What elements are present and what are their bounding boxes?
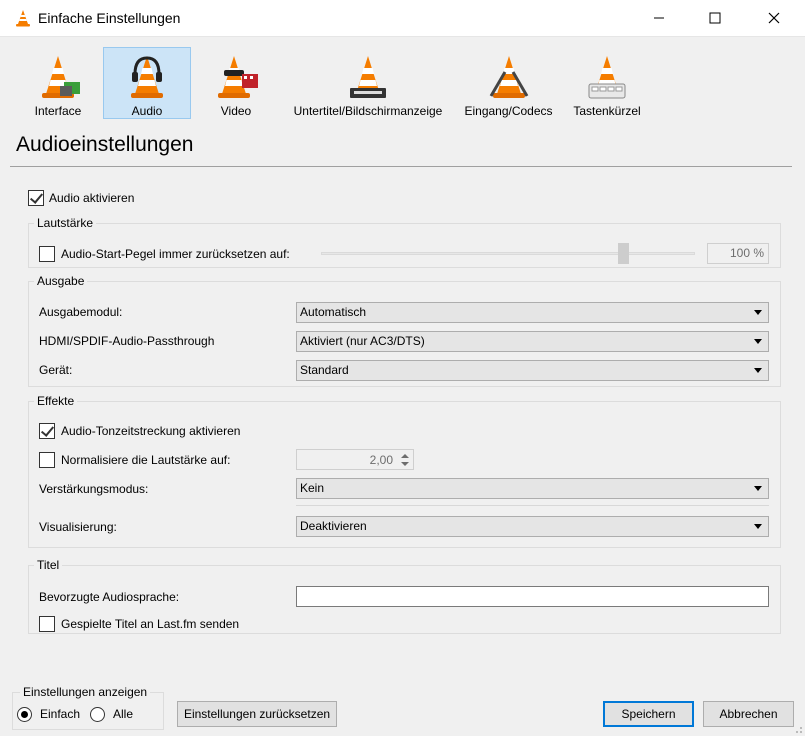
audio-language-input[interactable] xyxy=(296,586,769,607)
normalize-spinbox[interactable]: 2,00 xyxy=(296,449,414,470)
title-bar: Einfache Einstellungen xyxy=(0,0,805,37)
chevron-down-icon xyxy=(754,486,762,491)
lastfm-checkbox[interactable] xyxy=(39,616,55,632)
gain-mode-value: Kein xyxy=(300,481,325,495)
tab-codecs[interactable]: Eingang/Codecs xyxy=(458,47,559,119)
window-title: Einfache Einstellungen xyxy=(38,10,181,26)
device-value: Standard xyxy=(300,363,349,377)
category-toolbar: Interface Audio Video Untertitel/Bildsch… xyxy=(0,37,805,122)
resize-grip-icon[interactable] xyxy=(793,724,803,734)
output-module-label: Ausgabemodul: xyxy=(39,305,123,319)
lastfm-label: Gespielte Titel an Last.fm senden xyxy=(61,617,240,631)
output-module-select[interactable]: Automatisch xyxy=(296,302,769,323)
all-radio[interactable] xyxy=(90,707,105,722)
simple-radio-label: Einfach xyxy=(40,707,81,721)
tab-subtitles[interactable]: Untertitel/Bildschirmanzeige xyxy=(284,47,452,119)
hotkeys-cone-icon xyxy=(588,56,626,99)
chevron-down-icon xyxy=(754,310,762,315)
minimize-icon xyxy=(654,17,664,19)
gain-mode-label: Verstärkungsmodus: xyxy=(39,482,149,496)
tracks-group-title: Titel xyxy=(34,558,63,572)
page-title: Audioeinstellungen xyxy=(16,133,194,156)
effects-separator xyxy=(296,505,769,506)
save-button[interactable]: Speichern xyxy=(603,701,694,727)
show-settings-title: Einstellungen anzeigen xyxy=(20,685,151,699)
tab-video[interactable]: Video xyxy=(198,47,274,119)
tab-hotkeys[interactable]: Tastenkürzel xyxy=(565,47,649,119)
all-radio-label: Alle xyxy=(113,707,134,721)
reset-settings-button[interactable]: Einstellungen zurücksetzen xyxy=(177,701,337,727)
enable-audio-label: Audio aktivieren xyxy=(49,191,135,205)
maximize-icon xyxy=(709,12,721,24)
tab-audio-label: Audio xyxy=(131,104,163,118)
spin-down-icon[interactable] xyxy=(401,462,409,466)
volume-level-field[interactable]: 100 % xyxy=(707,243,769,264)
title-divider xyxy=(10,166,792,167)
device-select[interactable]: Standard xyxy=(296,360,769,381)
volume-slider-track[interactable] xyxy=(321,252,695,255)
normalize-value: 2,00 xyxy=(369,453,393,467)
close-button[interactable] xyxy=(751,0,797,36)
normalize-checkbox[interactable] xyxy=(39,452,55,468)
visualization-label: Visualisierung: xyxy=(39,520,117,534)
close-icon xyxy=(768,12,780,24)
timestretch-checkbox[interactable] xyxy=(39,423,55,439)
chevron-down-icon xyxy=(754,524,762,529)
timestretch-label: Audio-Tonzeitstreckung aktivieren xyxy=(61,424,241,438)
tab-subtitles-label: Untertitel/Bildschirmanzeige xyxy=(293,104,443,118)
output-group-title: Ausgabe xyxy=(34,274,88,288)
passthrough-label: HDMI/SPDIF-Audio-Passthrough xyxy=(39,334,215,348)
tab-audio[interactable]: Audio xyxy=(103,47,191,119)
tab-hotkeys-label: Tastenkürzel xyxy=(573,104,641,118)
visualization-select[interactable]: Deaktivieren xyxy=(296,516,769,537)
maximize-button[interactable] xyxy=(692,0,738,36)
passthrough-value: Aktiviert (nur AC3/DTS) xyxy=(300,334,425,348)
audio-cone-icon xyxy=(131,56,163,98)
simple-radio[interactable] xyxy=(17,707,32,722)
output-module-value: Automatisch xyxy=(300,305,367,319)
enable-audio-checkbox[interactable] xyxy=(28,190,44,206)
vlc-cone-icon xyxy=(16,10,30,27)
effects-group-title: Effekte xyxy=(34,394,78,408)
interface-cone-icon xyxy=(42,56,80,98)
video-cone-icon xyxy=(218,56,258,98)
cancel-button[interactable]: Abbrechen xyxy=(703,701,794,727)
chevron-down-icon xyxy=(754,339,762,344)
reset-volume-checkbox[interactable] xyxy=(39,246,55,262)
tab-codecs-label: Eingang/Codecs xyxy=(464,104,553,118)
volume-group xyxy=(28,223,781,268)
spin-up-icon[interactable] xyxy=(401,454,409,458)
reset-volume-label: Audio-Start-Pegel immer zurücksetzen auf… xyxy=(61,247,290,261)
chevron-down-icon xyxy=(754,368,762,373)
minimize-button[interactable] xyxy=(636,0,682,36)
visualization-value: Deaktivieren xyxy=(300,519,367,533)
codecs-cone-icon xyxy=(489,56,528,98)
tab-video-label: Video xyxy=(220,104,252,118)
audio-language-label: Bevorzugte Audiosprache: xyxy=(39,590,180,604)
subtitles-cone-icon xyxy=(350,56,386,98)
normalize-label: Normalisiere die Lautstärke auf: xyxy=(61,453,231,467)
volume-slider-thumb[interactable] xyxy=(618,243,629,264)
tab-interface-label: Interface xyxy=(34,104,82,118)
passthrough-select[interactable]: Aktiviert (nur AC3/DTS) xyxy=(296,331,769,352)
tab-interface[interactable]: Interface xyxy=(20,47,96,119)
gain-mode-select[interactable]: Kein xyxy=(296,478,769,499)
device-label: Gerät: xyxy=(39,363,73,377)
volume-group-title: Lautstärke xyxy=(34,216,97,230)
